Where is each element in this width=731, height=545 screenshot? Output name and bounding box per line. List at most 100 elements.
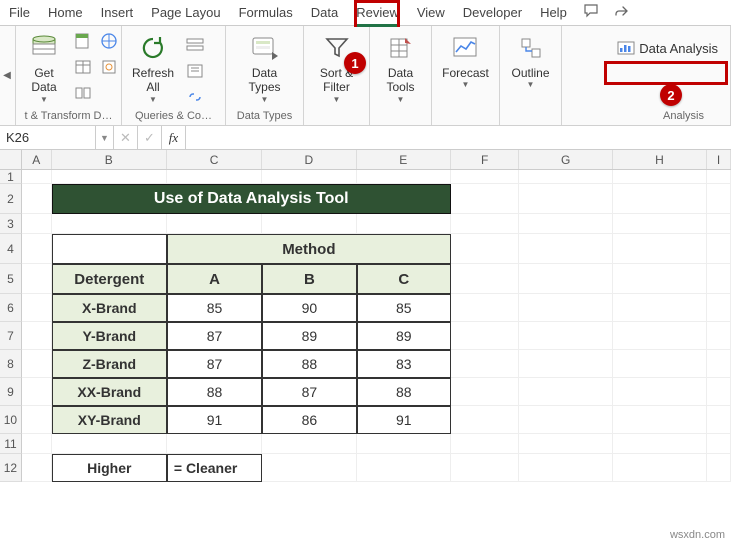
cell-6-H[interactable] [613,294,707,322]
cell-3-A[interactable] [22,214,52,234]
method-B-header[interactable]: B [262,264,356,294]
cell-4-A[interactable] [22,234,52,264]
cell-1-B[interactable] [52,170,167,184]
cell-9-I[interactable] [707,378,731,406]
cell-2-A[interactable] [22,184,52,214]
title-cell[interactable]: Use of Data Analysis Tool [52,184,451,214]
row-header-8[interactable]: 8 [0,350,22,378]
formula-input[interactable] [186,126,731,149]
tab-formulas[interactable]: Formulas [230,0,302,25]
cell-8-H[interactable] [613,350,707,378]
data-analysis-button[interactable]: Data Analysis [613,38,722,58]
cell-1-F[interactable] [451,170,520,184]
cell-8-G[interactable] [519,350,612,378]
cell-5-A[interactable] [22,264,52,294]
cell-11-I[interactable] [707,434,731,454]
cell-2-F[interactable] [451,184,520,214]
row-header-6[interactable]: 6 [0,294,22,322]
row-header-9[interactable]: 9 [0,378,22,406]
cell-1-I[interactable] [707,170,731,184]
col-header-D[interactable]: D [262,150,356,169]
refresh-all-button[interactable]: Refresh All ▼ [128,30,178,106]
val-0-2[interactable]: 85 [357,294,451,322]
cell-1-E[interactable] [357,170,451,184]
col-header-A[interactable]: A [22,150,52,169]
cell-4-I[interactable] [707,234,731,264]
val-3-2[interactable]: 88 [357,378,451,406]
col-header-I[interactable]: I [707,150,731,169]
row-header-10[interactable]: 10 [0,406,22,434]
name-box-dropdown[interactable]: ▼ [96,126,114,149]
cell-11-H[interactable] [613,434,707,454]
row-header-3[interactable]: 3 [0,214,22,234]
cell-2-G[interactable] [519,184,612,214]
properties-icon[interactable] [184,60,206,82]
tab-home[interactable]: Home [39,0,92,25]
brand-4[interactable]: XY-Brand [52,406,167,434]
cell-11-C[interactable] [167,434,262,454]
share-icon[interactable] [608,0,634,25]
tab-help[interactable]: Help [531,0,576,25]
cell-1-C[interactable] [167,170,262,184]
val-4-2[interactable]: 91 [357,406,451,434]
cell-3-D[interactable] [262,214,356,234]
brand-0[interactable]: X-Brand [52,294,167,322]
cell-3-F[interactable] [451,214,520,234]
cell-12-D[interactable] [262,454,356,482]
val-2-0[interactable]: 87 [167,350,262,378]
cell-6-G[interactable] [519,294,612,322]
forecast-button[interactable]: Forecast ▼ [438,30,493,91]
from-text-csv-icon[interactable] [72,30,94,52]
cell-2-I[interactable] [707,184,731,214]
cell-4-F[interactable] [451,234,520,264]
ribbon-nav-prev[interactable]: ◀ [0,51,14,101]
val-2-2[interactable]: 83 [357,350,451,378]
edit-links-icon[interactable] [184,86,206,108]
method-header[interactable]: Method [167,234,451,264]
cell-3-B[interactable] [52,214,167,234]
cell-7-I[interactable] [707,322,731,350]
cell-11-A[interactable] [22,434,52,454]
val-1-1[interactable]: 89 [262,322,356,350]
cell-5-I[interactable] [707,264,731,294]
from-web-icon[interactable] [98,30,120,52]
cell-1-A[interactable] [22,170,52,184]
method-C-header[interactable]: C [357,264,451,294]
row-header-1[interactable]: 1 [0,170,22,184]
cell-11-E[interactable] [357,434,451,454]
cell-3-C[interactable] [167,214,262,234]
cell-7-G[interactable] [519,322,612,350]
row-header-4[interactable]: 4 [0,234,22,264]
tab-view[interactable]: View [408,0,454,25]
recent-sources-icon[interactable] [98,56,120,78]
row-header-7[interactable]: 7 [0,322,22,350]
tab-developer[interactable]: Developer [454,0,531,25]
brand-2[interactable]: Z-Brand [52,350,167,378]
from-table-icon[interactable] [72,56,94,78]
val-3-1[interactable]: 87 [262,378,356,406]
cell-6-A[interactable] [22,294,52,322]
cell-8-I[interactable] [707,350,731,378]
cell-7-H[interactable] [613,322,707,350]
col-header-G[interactable]: G [519,150,612,169]
brand-3[interactable]: XX-Brand [52,378,167,406]
cell-11-G[interactable] [519,434,612,454]
tab-insert[interactable]: Insert [92,0,143,25]
col-header-H[interactable]: H [613,150,707,169]
row-header-2[interactable]: 2 [0,184,22,214]
cell-12-G[interactable] [519,454,612,482]
tab-review[interactable]: Review [347,0,408,25]
cell-9-A[interactable] [22,378,52,406]
row-header-12[interactable]: 12 [0,454,22,482]
cleaner-cell[interactable]: = Cleaner [167,454,262,482]
cell-11-B[interactable] [52,434,167,454]
higher-cell[interactable]: Higher [52,454,167,482]
cell-3-G[interactable] [519,214,612,234]
cell-2-H[interactable] [613,184,707,214]
brand-1[interactable]: Y-Brand [52,322,167,350]
cell-10-G[interactable] [519,406,612,434]
val-0-1[interactable]: 90 [262,294,356,322]
val-1-0[interactable]: 87 [167,322,262,350]
val-2-1[interactable]: 88 [262,350,356,378]
data-types-button[interactable]: Data Types ▼ [243,30,287,106]
